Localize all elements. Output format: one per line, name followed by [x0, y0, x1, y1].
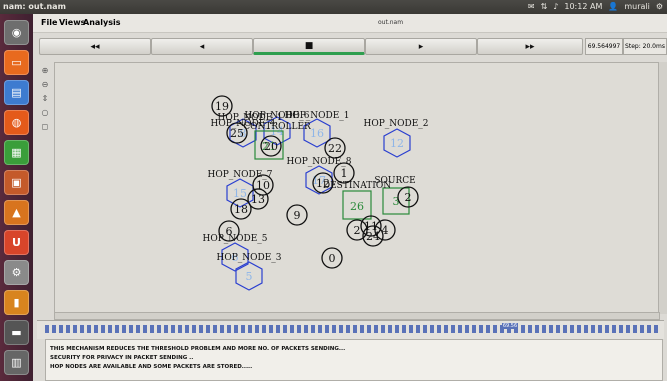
node-label: 0 — [329, 252, 336, 265]
orientation-icon[interactable]: ⇕ — [40, 94, 50, 104]
node-label: 1 — [341, 167, 348, 180]
presentation-icon[interactable]: ▣ — [4, 170, 29, 195]
ubuntu-one-icon[interactable]: U — [4, 230, 29, 255]
timeline-ticks — [45, 325, 660, 333]
node-label: 12 — [390, 137, 404, 150]
node-label: 26 — [350, 200, 364, 213]
window-title: nam: out.nam — [3, 2, 66, 11]
step-size-control[interactable]: Step: 20.0ms — [623, 38, 667, 55]
node-label: 13 — [251, 193, 265, 206]
vertical-scrollbar[interactable] — [658, 62, 667, 314]
node-label: 19 — [215, 100, 229, 113]
node-label: 9 — [294, 209, 301, 222]
monitor-icon[interactable]: ◻ — [40, 122, 50, 132]
settings-gear-icon[interactable]: ⚙ — [656, 2, 663, 11]
timeline-marker[interactable]: 69.56 — [502, 323, 518, 329]
hop-node-5-label: HOP_NODE_5 — [202, 234, 267, 244]
mail-icon[interactable]: ✉ — [528, 2, 535, 11]
playback-controls: ◂◂ ◂ ■ ▸ ▸▸ 69.564997 Step: 20.0ms — [33, 33, 667, 59]
annotation-console[interactable]: THIS MECHANISM REDUCES THE THRESHOLD PRO… — [45, 339, 663, 381]
system-settings-icon[interactable]: ⚙ — [4, 260, 29, 285]
terminal-icon[interactable]: ▬ — [4, 320, 29, 345]
node-label: 22 — [328, 142, 342, 155]
hop-node-8-label: HOP_NODE_8 — [286, 157, 351, 167]
play-button[interactable]: ▸ — [365, 38, 477, 55]
nam-window-title: out.nam — [378, 19, 404, 26]
node-label: 2 — [405, 191, 412, 204]
node-label: 20 — [264, 140, 278, 153]
menu-analysis[interactable]: Analysis — [83, 18, 121, 27]
trash-icon[interactable]: ▥ — [4, 350, 29, 375]
network-animation-canvas[interactable]: 8 14 16 12 17 15 6 5 21 26 3 19 25 20 22 — [54, 62, 660, 314]
clock-text[interactable]: 10:12 AM — [564, 2, 602, 11]
system-top-bar: nam: out.nam ✉ ⇅ ♪ 10:12 AM 👤 murali ⚙ — [0, 0, 667, 14]
firefox-icon[interactable]: ◍ — [4, 110, 29, 135]
source-label: SOURCE — [374, 176, 415, 186]
hop-node-3-label: HOP_NODE_3 — [216, 253, 281, 263]
hop-node-7-label: HOP_NODE_7 — [207, 170, 272, 180]
hop-node-2-label: HOP_NODE_2 — [363, 119, 428, 129]
zoom-out-icon[interactable]: ⊖ — [40, 80, 50, 90]
node-label: 18 — [234, 203, 248, 216]
zoom-toolbar: ⊕ ⊖ ⇕ ○ ◻ — [37, 62, 53, 312]
software-center-icon[interactable]: ▲ — [4, 200, 29, 225]
current-time-display: 69.564997 — [585, 38, 623, 55]
node-label: 5 — [246, 270, 253, 283]
rewind-button[interactable]: ◂◂ — [39, 38, 151, 55]
fast-forward-button[interactable]: ▸▸ — [477, 38, 583, 55]
node-label: 16 — [310, 127, 324, 140]
node-label: 15 — [233, 187, 247, 200]
user-name[interactable]: murali — [624, 2, 650, 11]
menu-file[interactable]: File — [41, 18, 57, 27]
spreadsheet-icon[interactable]: ▦ — [4, 140, 29, 165]
node-label: 2 — [354, 224, 361, 237]
console-line: HOP NODES ARE AVAILABLE AND SOME PACKETS… — [50, 364, 253, 370]
time-slider[interactable]: 69.56 — [37, 320, 664, 339]
menu-views[interactable]: Views — [59, 18, 85, 27]
files-icon[interactable]: ▭ — [4, 50, 29, 75]
zoom-in-icon[interactable]: ⊕ — [40, 66, 50, 76]
controller-label: CONTROLLER — [243, 122, 311, 132]
launcher-sidebar: ◉ ▭ ▤ ◍ ▦ ▣ ▲ U ⚙ ▮ ▬ ▥ — [0, 14, 33, 381]
document-icon[interactable]: ▤ — [4, 80, 29, 105]
network-icon[interactable]: ⇅ — [541, 2, 548, 11]
horizontal-scrollbar[interactable] — [54, 312, 660, 320]
volume-icon[interactable]: ♪ — [553, 2, 558, 11]
user-icon[interactable]: 👤 — [608, 2, 618, 11]
link-icon[interactable]: ○ — [40, 108, 50, 118]
menu-bar: File Views Analysis out.nam — [33, 14, 667, 33]
dash-icon[interactable]: ◉ — [4, 20, 29, 45]
console-line: THIS MECHANISM REDUCES THE THRESHOLD PRO… — [50, 346, 346, 352]
console-line: SECURITY FOR PRIVACY IN PACKET SENDING .… — [50, 355, 194, 361]
hop-node-1-label: HOP_NODE_1 — [284, 111, 349, 121]
step-back-button[interactable]: ◂ — [151, 38, 253, 55]
node-label: 4 — [382, 224, 389, 237]
app-icon[interactable]: ▮ — [4, 290, 29, 315]
stop-button[interactable]: ■ — [253, 38, 365, 55]
